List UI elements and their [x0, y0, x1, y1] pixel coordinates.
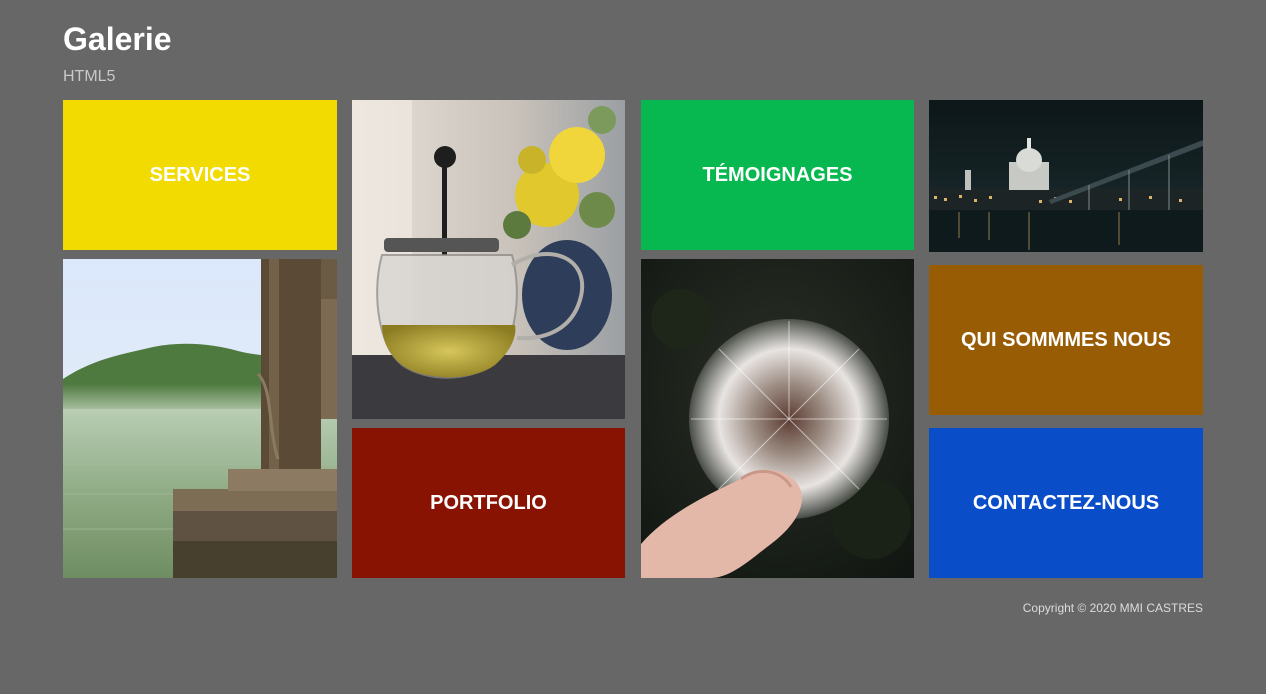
page-subtitle: HTML5 — [63, 68, 116, 85]
teapot-picture — [352, 100, 625, 419]
portfolio-tile[interactable]: PORTFOLIO — [352, 428, 625, 578]
gallery-page: Galerie HTML5 SERVICES PORTFOLIO TÉMOIGN… — [0, 0, 1266, 694]
temoignages-label: TÉMOIGNAGES — [702, 163, 853, 186]
qui-sommes-nous-tile[interactable]: QUI SOMMMES NOUS — [929, 265, 1203, 415]
footer-copyright: Copyright © 2020 MMI CASTRES — [1022, 601, 1203, 615]
qui-sommes-nous-label: QUI SOMMMES NOUS — [960, 328, 1171, 351]
lake-dock-picture — [63, 259, 337, 578]
dandelion-picture — [641, 259, 914, 578]
portfolio-label: PORTFOLIO — [430, 491, 547, 514]
services-tile[interactable]: SERVICES — [63, 100, 337, 250]
contact-label: CONTACTEZ-NOUS — [972, 491, 1160, 514]
page-title: Galerie — [63, 21, 172, 57]
teapot-image[interactable] — [352, 100, 625, 419]
contact-tile[interactable]: CONTACTEZ-NOUS — [929, 428, 1203, 578]
temoignages-tile[interactable]: TÉMOIGNAGES — [641, 100, 914, 250]
city-night-picture — [929, 100, 1203, 252]
services-label: SERVICES — [149, 163, 251, 186]
dandelion-image[interactable] — [641, 259, 914, 578]
city-night-image[interactable] — [929, 100, 1203, 252]
lake-dock-image[interactable] — [63, 259, 337, 578]
